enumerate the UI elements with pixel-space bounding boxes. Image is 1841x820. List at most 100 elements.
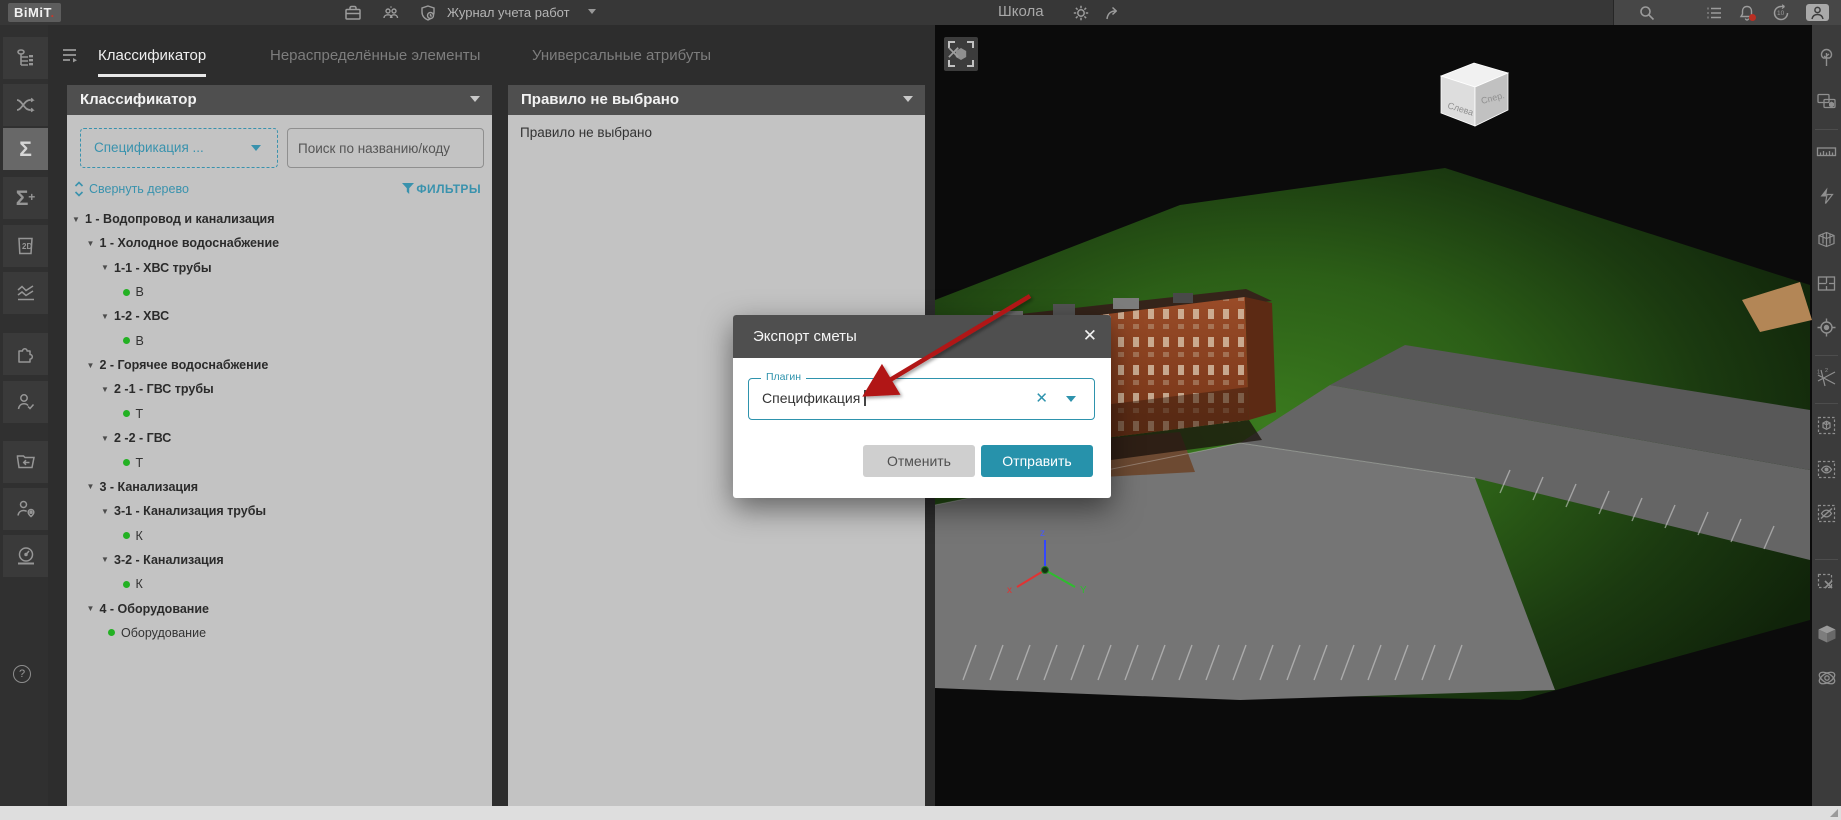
share-icon[interactable] bbox=[1104, 4, 1122, 22]
charts-icon[interactable] bbox=[3, 272, 48, 314]
tree-row[interactable]: ▼2 -1 - ГВС трубы bbox=[67, 377, 492, 401]
estimate-add-icon[interactable]: Σ+ bbox=[3, 177, 48, 219]
gear-icon[interactable] bbox=[1072, 4, 1090, 22]
tab-universal-attributes[interactable]: Универсальные атрибуты bbox=[532, 47, 711, 74]
tree-expand-caret[interactable]: ▼ bbox=[72, 215, 85, 224]
tree-row[interactable]: ▼1 - Водопровод и канализация bbox=[67, 207, 492, 231]
tree-node-label: 2 -1 - ГВС трубы bbox=[114, 382, 214, 396]
clear-icon[interactable]: ✕ bbox=[1035, 389, 1048, 407]
tree-row[interactable]: ▼2 -2 - ГВС bbox=[67, 426, 492, 450]
team-icon[interactable] bbox=[382, 4, 400, 22]
tree-expand-caret[interactable]: ▼ bbox=[87, 604, 100, 613]
section-box-icon[interactable] bbox=[1813, 225, 1840, 253]
locate-icon[interactable] bbox=[1813, 313, 1840, 341]
user-icon[interactable] bbox=[1806, 4, 1829, 21]
cube-icon[interactable] bbox=[1813, 620, 1840, 648]
tree-row[interactable]: ▼1-2 - ХВС bbox=[67, 304, 492, 328]
close-icon[interactable]: ✕ bbox=[1083, 327, 1097, 344]
tree-node-label: 1 - Холодное водоснабжение bbox=[100, 236, 280, 250]
dashboard-icon[interactable] bbox=[3, 535, 48, 577]
drawings-2d-icon[interactable]: 2D bbox=[3, 225, 48, 267]
tab-classifier[interactable]: Классификатор bbox=[98, 47, 206, 77]
journal-dropdown[interactable]: Журнал учета работ bbox=[447, 5, 570, 20]
panel-menu-icon[interactable] bbox=[60, 45, 80, 65]
hide-box-icon[interactable] bbox=[1813, 499, 1840, 527]
floorplan-icon[interactable] bbox=[1813, 269, 1840, 297]
classifier-panel: Классификатор Спецификация ... Свернуть … bbox=[67, 85, 492, 806]
tree-node-label: 1-2 - ХВС bbox=[114, 309, 169, 323]
chevron-down-icon[interactable] bbox=[1066, 396, 1076, 402]
tree-expand-caret[interactable]: ▼ bbox=[101, 434, 114, 443]
svg-text:x: x bbox=[1007, 585, 1012, 596]
tree-expand-caret[interactable]: ▼ bbox=[101, 555, 114, 564]
tree-row[interactable]: ▼4 - Оборудование bbox=[67, 597, 492, 621]
search-input[interactable] bbox=[287, 128, 484, 168]
journal-dropdown-caret-icon[interactable] bbox=[588, 9, 596, 14]
tree-row[interactable]: К bbox=[67, 572, 492, 596]
tree-row[interactable]: В bbox=[67, 329, 492, 353]
tree-node-label: 3-1 - Канализация трубы bbox=[114, 504, 266, 518]
isolate-box-icon[interactable] bbox=[1813, 411, 1840, 439]
tree-expand-caret[interactable]: ▼ bbox=[87, 239, 100, 248]
tab-unallocated-elements[interactable]: Нераспределённые элементы bbox=[270, 47, 480, 74]
tree-row[interactable]: ▼3 - Канализация bbox=[67, 475, 492, 499]
list-icon[interactable] bbox=[1705, 4, 1723, 22]
resize-grip[interactable] bbox=[1830, 809, 1838, 817]
classifier-header-dropdown[interactable]: Классификатор bbox=[67, 85, 492, 115]
leaf-dot-icon bbox=[123, 459, 130, 466]
collapse-expand-icon[interactable] bbox=[74, 181, 84, 197]
orbit-icon[interactable] bbox=[1813, 664, 1840, 692]
user-location-icon[interactable] bbox=[3, 488, 48, 530]
rule-header-dropdown[interactable]: Правило не выбрано bbox=[508, 85, 925, 115]
briefcase-icon[interactable] bbox=[344, 4, 362, 22]
tree-node-label: 4 - Оборудование bbox=[100, 602, 209, 616]
navigation-cube[interactable]: Слева Спер. bbox=[1437, 60, 1512, 130]
chevron-down-icon bbox=[903, 96, 913, 102]
show-box-icon[interactable] bbox=[1813, 455, 1840, 483]
close-panel-icon[interactable]: ✕ bbox=[946, 43, 961, 64]
axes-icon[interactable]: 2 1 bbox=[1813, 363, 1840, 391]
overlap-frames-icon[interactable] bbox=[1813, 87, 1840, 115]
tree-expand-caret[interactable]: ▼ bbox=[87, 482, 100, 491]
cancel-button[interactable]: Отменить bbox=[863, 445, 975, 477]
plugins-icon[interactable] bbox=[3, 333, 48, 375]
connections-icon[interactable] bbox=[3, 84, 48, 126]
user-check-icon[interactable] bbox=[3, 381, 48, 423]
filters-button[interactable]: ФИЛЬТРЫ bbox=[416, 182, 481, 196]
collapse-tree-button[interactable]: Свернуть дерево bbox=[89, 182, 189, 196]
tree-expand-caret[interactable]: ▼ bbox=[87, 361, 100, 370]
tree-expand-caret[interactable]: ▼ bbox=[101, 263, 114, 272]
tree-expand-caret[interactable]: ▼ bbox=[101, 507, 114, 516]
flash-icon[interactable] bbox=[1813, 181, 1840, 209]
tree-row[interactable]: ▼2 - Горячее водоснабжение bbox=[67, 353, 492, 377]
tree-expand-caret[interactable]: ▼ bbox=[101, 385, 114, 394]
tree-row[interactable]: ▼1 - Холодное водоснабжение bbox=[67, 231, 492, 255]
model-structure-icon[interactable] bbox=[3, 37, 48, 79]
search-icon[interactable] bbox=[1638, 4, 1656, 22]
tree-row[interactable]: Т bbox=[67, 402, 492, 426]
bell-icon[interactable] bbox=[1738, 4, 1756, 22]
tree-row[interactable]: ▼3-2 - Канализация bbox=[67, 548, 492, 572]
chevron-down-icon bbox=[470, 96, 480, 102]
ruler-icon[interactable] bbox=[1813, 137, 1840, 165]
clear-selection-icon[interactable] bbox=[1813, 568, 1840, 596]
tree-expand-caret[interactable]: ▼ bbox=[101, 312, 114, 321]
tree-row[interactable]: ▼3-1 - Канализация трубы bbox=[67, 499, 492, 523]
estimate-sigma-icon[interactable]: Σ bbox=[3, 128, 48, 170]
tree-row[interactable]: ▼1-1 - ХВС трубы bbox=[67, 256, 492, 280]
vegetation-icon[interactable] bbox=[1813, 43, 1840, 71]
filter-icon[interactable] bbox=[402, 183, 414, 194]
tree-row[interactable]: Оборудование bbox=[67, 621, 492, 645]
help-icon[interactable]: ? bbox=[13, 665, 31, 683]
tree-row[interactable]: В bbox=[67, 280, 492, 304]
submit-button[interactable]: Отправить bbox=[981, 445, 1093, 477]
tree-row[interactable]: К bbox=[67, 524, 492, 548]
shield-clock-icon[interactable] bbox=[419, 4, 437, 22]
plugin-field-value: Спецификация bbox=[762, 390, 866, 406]
tree-row[interactable]: Т bbox=[67, 451, 492, 475]
history-icon[interactable]: 10 bbox=[1772, 4, 1790, 22]
plugin-input[interactable]: Плагин Спецификация ✕ bbox=[748, 378, 1095, 420]
folder-import-icon[interactable] bbox=[3, 441, 48, 483]
status-footer bbox=[0, 806, 1841, 820]
specification-dropdown[interactable]: Спецификация ... bbox=[80, 128, 278, 168]
